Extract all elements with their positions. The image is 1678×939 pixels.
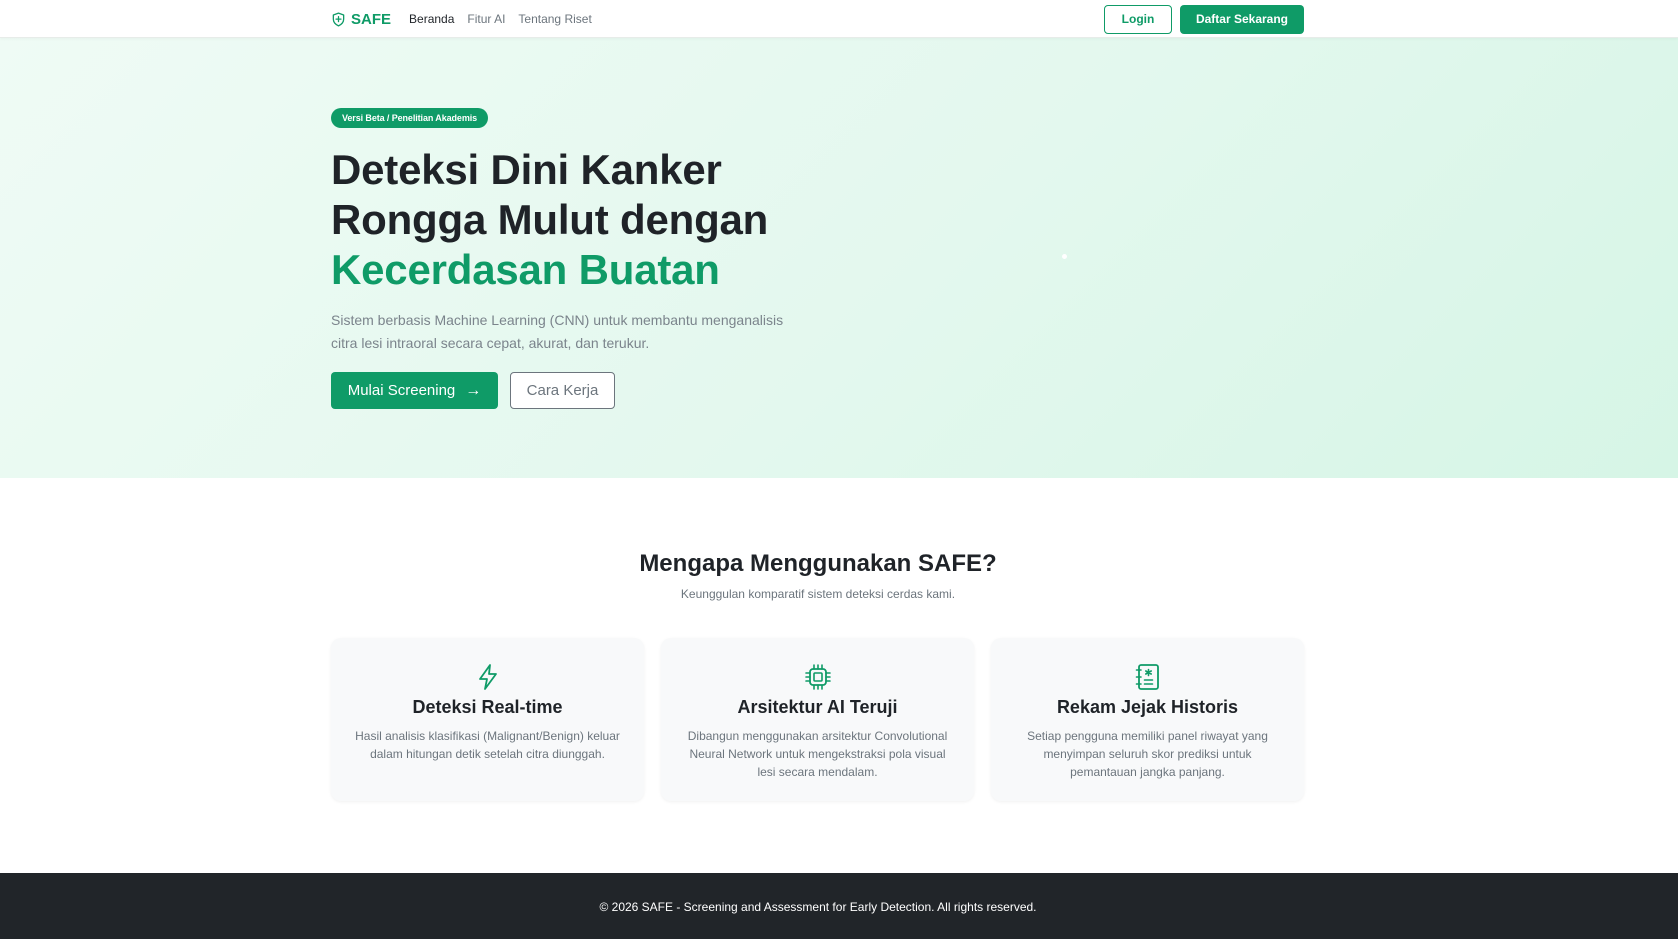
features-title: Mengapa Menggunakan SAFE?	[639, 550, 997, 577]
navbar: SAFE Beranda Fitur AI Tentang Riset Logi…	[0, 0, 1678, 38]
feature-card-realtime: Deteksi Real-time Hasil analisis klasifi…	[331, 638, 644, 801]
feature-cards: Deteksi Real-time Hasil analisis klasifi…	[331, 638, 1304, 801]
footer: © 2026 SAFE - Screening and Assessment f…	[0, 873, 1678, 939]
how-it-works-button[interactable]: Cara Kerja	[510, 372, 615, 409]
feature-card-title: Deteksi Real-time	[412, 697, 563, 717]
cpu-chip-icon	[804, 664, 831, 690]
features-section: Mengapa Menggunakan SAFE? Keunggulan kom…	[0, 478, 1678, 873]
hero-title-line-2: Rongga Mulut dengan	[331, 196, 769, 243]
hero-actions: Mulai Screening → Cara Kerja	[331, 372, 851, 409]
feature-card-history: Rekam Jejak Historis Setiap pengguna mem…	[991, 638, 1304, 801]
journal-medical-icon	[1135, 664, 1159, 690]
beta-badge: Versi Beta / Penelitian Akademis	[331, 108, 489, 128]
brand-logo[interactable]: SAFE	[331, 11, 391, 28]
brand-name: SAFE	[351, 10, 392, 28]
decorative-dot	[1062, 254, 1067, 259]
hero-title-accent: Kecerdasan Buatan	[331, 246, 720, 293]
feature-card-description: Dibangun menggunakan arsitektur Convolut…	[687, 729, 948, 779]
hero-title: Deteksi Dini Kanker Rongga Mulut dengan …	[331, 145, 851, 295]
start-screening-button[interactable]: Mulai Screening →	[331, 372, 498, 409]
hero-section: Versi Beta / Penelitian Akademis Deteksi…	[0, 38, 1678, 478]
feature-card-description: Setiap pengguna memiliki panel riwayat y…	[1027, 729, 1268, 779]
feature-card-title: Rekam Jejak Historis	[1056, 697, 1239, 717]
shield-plus-icon	[332, 11, 345, 27]
nav-link-tentang-riset[interactable]: Tentang Riset	[518, 12, 591, 26]
navbar-inner: SAFE Beranda Fitur AI Tentang Riset Logi…	[331, 0, 1304, 38]
login-button[interactable]: Login	[1104, 4, 1172, 34]
feature-card-description: Hasil analisis klasifikasi (Malignant/Be…	[355, 729, 620, 761]
hero-title-line-1: Deteksi Dini Kanker	[331, 146, 722, 193]
lightning-icon	[478, 664, 497, 690]
footer-copyright: © 2026 SAFE - Screening and Assessment f…	[599, 900, 1037, 914]
hero-content: Versi Beta / Penelitian Akademis Deteksi…	[331, 108, 851, 409]
hero-description: Sistem berbasis Machine Learning (CNN) u…	[331, 312, 784, 351]
arrow-right-icon: →	[465, 381, 482, 399]
nav-link-fitur-ai[interactable]: Fitur AI	[467, 12, 505, 26]
feature-card-title: Arsitektur AI Teruji	[737, 697, 898, 717]
feature-card-architecture: Arsitektur AI Teruji Dibangun menggunaka…	[661, 638, 974, 801]
features-subtitle: Keunggulan komparatif sistem deteksi cer…	[680, 587, 956, 601]
register-button[interactable]: Daftar Sekarang	[1180, 4, 1304, 34]
start-screening-label: Mulai Screening	[347, 382, 456, 399]
nav-link-beranda[interactable]: Beranda	[409, 12, 454, 26]
nav-actions: Login Daftar Sekarang	[1104, 4, 1304, 34]
